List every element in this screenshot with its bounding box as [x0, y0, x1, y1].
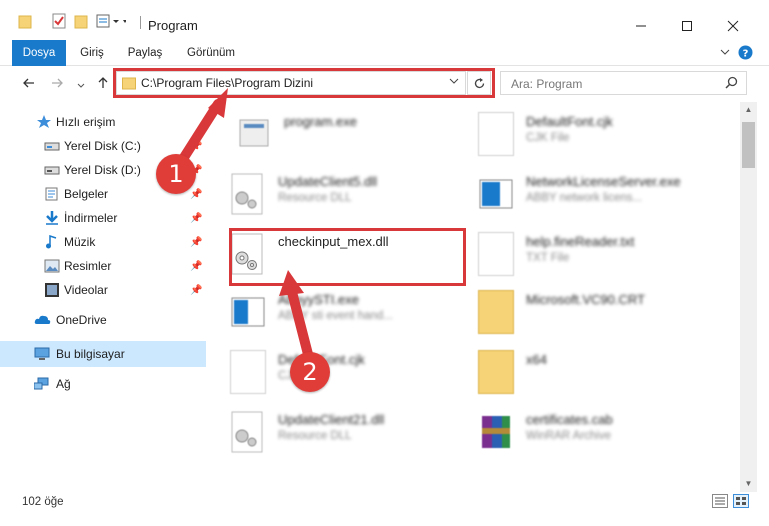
item-count: 102 öğe: [22, 496, 64, 508]
details-view-icon[interactable]: [712, 494, 728, 508]
annotation-arrows: [171, 88, 315, 367]
arrow-head: [279, 270, 304, 296]
step-badge-1: 1: [156, 154, 196, 194]
status-bar: 102 öğe: [0, 492, 769, 526]
step-badge-2: 2: [290, 352, 330, 392]
large-icons-view-icon[interactable]: [733, 494, 749, 508]
